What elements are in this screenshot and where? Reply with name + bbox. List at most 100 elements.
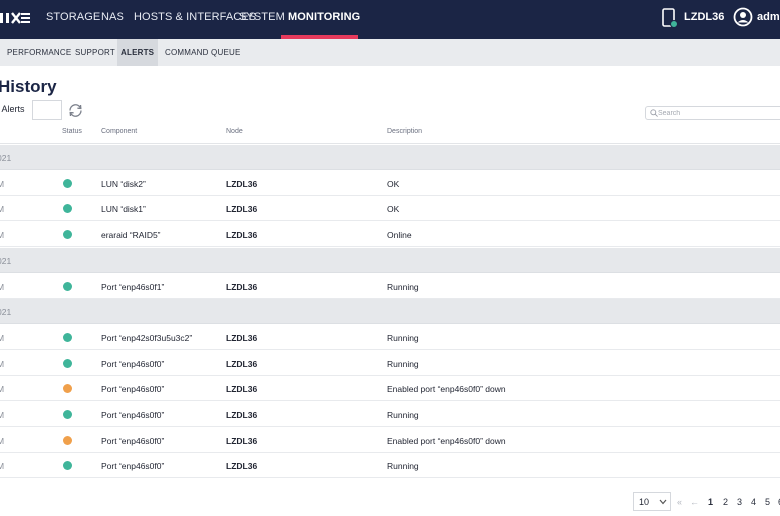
row-time: M (0, 461, 5, 472)
page-4[interactable]: 4 (751, 497, 756, 507)
table-row[interactable]: M Port “enp46s0f0” LZDL36 Running (0, 402, 780, 427)
page-1[interactable]: 1 (708, 497, 713, 507)
brand-logo[interactable] (0, 10, 30, 26)
nav-nas[interactable]: NAS (101, 0, 124, 39)
ok-status-icon (63, 281, 72, 291)
page-2[interactable]: 2 (723, 497, 728, 507)
top-navigation: STORAGE NAS HOSTS & INTERFACES SYSTEM MO… (0, 0, 780, 39)
date-group-row: 021 (0, 299, 780, 325)
group-date-label: 021 (0, 255, 12, 266)
ok-status-icon (63, 204, 72, 214)
ok-status-icon (63, 358, 72, 368)
group-date-label: 021 (0, 153, 12, 163)
table-row[interactable]: Meraraid “RAID5” LZDL36 Online (0, 222, 780, 248)
page-title: History (0, 77, 57, 96)
nav-system[interactable]: SYSTEM (239, 0, 285, 39)
row-description: Running (387, 281, 419, 292)
user-name[interactable]: admin (757, 11, 780, 23)
sub-navigation: PERFORMANCE SUPPORT ALERTS COMMAND QUEUE (0, 39, 780, 66)
subnav-performance[interactable]: PERFORMANCE (7, 39, 71, 66)
column-component[interactable]: Component (101, 128, 137, 135)
page-size-select[interactable]: 10 (633, 492, 671, 511)
row-component: Port “enp46s0f0” (101, 410, 165, 420)
date-group-row: 021 (0, 247, 780, 273)
search-icon (650, 109, 658, 117)
search-input[interactable] (658, 107, 778, 119)
node-name[interactable]: LZDL36 (684, 11, 724, 23)
row-description: Enabled port “enp46s0f0” down (387, 435, 506, 446)
table-row[interactable]: M LUN “disk2” LZDL36 OK (0, 170, 780, 196)
nav-storage[interactable]: STORAGE (46, 0, 100, 39)
row-time: M (0, 230, 5, 241)
alerts-count-field[interactable] (32, 100, 62, 120)
page-size-value: 10 (639, 497, 650, 507)
row-time: M (0, 281, 5, 292)
row-time: M (0, 204, 5, 215)
row-component: Port “enp46s0f0” (101, 461, 165, 472)
table-row[interactable]: M Port “enp46s0f0” LZDL36 Enabled port “enp… (0, 427, 780, 453)
ok-status-icon (63, 332, 72, 342)
subnav-command-queue[interactable]: COMMAND QUEUE (165, 39, 241, 66)
row-component: Port “enp46s0f0” (101, 384, 165, 395)
row-time: M (0, 178, 5, 189)
row-component: Port “enp46s0f1” (101, 281, 165, 292)
row-description: OK (387, 178, 400, 189)
row-component: Port “enp42s0f3u5u3c2” (101, 332, 193, 343)
chevron-down-icon (659, 499, 667, 505)
group-date-label: 021 (0, 307, 12, 318)
row-component: LUN “disk2” (101, 178, 146, 189)
row-time: M (0, 435, 5, 446)
subnav-alerts[interactable]: ALERTS (117, 39, 159, 66)
row-description: Enabled port “enp46s0f0” down (387, 384, 506, 395)
row-node: LZDL36 (226, 410, 258, 420)
row-node: LZDL36 (226, 178, 258, 189)
row-description: OK (387, 204, 400, 215)
subnav-support[interactable]: SUPPORT (75, 39, 115, 66)
column-node[interactable]: Node (226, 128, 243, 135)
node-status-icon[interactable] (662, 8, 678, 28)
row-time: M (0, 384, 5, 395)
table-header: Status Component Node Description (0, 122, 780, 144)
warning-status-icon (63, 435, 72, 445)
table-row[interactable]: M LUN “disk1” LZDL36 OK (0, 196, 780, 222)
row-time: M (0, 358, 5, 369)
column-status[interactable]: Status (62, 128, 82, 135)
first-page-button[interactable]: « (677, 497, 682, 507)
table-row[interactable]: M Port “enp46s0f0” LZDL36 Running (0, 350, 780, 376)
row-description: Running (387, 332, 419, 343)
row-time: M (0, 332, 5, 343)
row-description: Running (387, 410, 419, 420)
row-node: LZDL36 (226, 461, 258, 472)
alerts-count-label: f Alerts (0, 104, 25, 114)
row-node: LZDL36 (226, 230, 258, 241)
refresh-icon[interactable] (67, 103, 84, 118)
row-time: M (0, 410, 5, 420)
date-group-row: 021 (0, 145, 780, 170)
row-component: eraraid “RAID5” (101, 230, 161, 241)
warning-status-icon (63, 384, 72, 394)
page-3[interactable]: 3 (737, 497, 742, 507)
table-row[interactable]: M Port “enp46s0f0” LZDL36 Enabled port “enp… (0, 376, 780, 402)
search-box (645, 106, 780, 120)
row-node: LZDL36 (226, 435, 258, 446)
row-node: LZDL36 (226, 358, 258, 369)
table-row[interactable]: M Port “enp46s0f0” LZDL36 Running (0, 453, 780, 479)
table-row[interactable]: M Port “enp42s0f3u5u3c2” LZDL36 Running (0, 324, 780, 350)
row-description: Online (387, 230, 412, 241)
row-component: Port “enp46s0f0” (101, 358, 165, 369)
user-circle-icon[interactable] (733, 7, 753, 27)
ok-status-icon (63, 230, 72, 240)
nav-hosts-interfaces[interactable]: HOSTS & INTERFACES (134, 0, 256, 39)
page-5[interactable]: 5 (765, 497, 770, 507)
row-component: LUN “disk1” (101, 204, 146, 215)
table-row[interactable]: M Port “enp46s0f1” LZDL36 Running (0, 273, 780, 299)
row-node: LZDL36 (226, 281, 258, 292)
ok-status-icon (63, 461, 72, 471)
row-description: Running (387, 461, 419, 472)
ok-status-icon (63, 178, 72, 188)
nav-monitoring[interactable]: MONITORING (288, 0, 360, 39)
prev-page-button[interactable]: ← (690, 497, 699, 507)
ok-status-icon (63, 410, 72, 419)
column-description[interactable]: Description (387, 128, 422, 135)
row-node: LZDL36 (226, 384, 258, 395)
